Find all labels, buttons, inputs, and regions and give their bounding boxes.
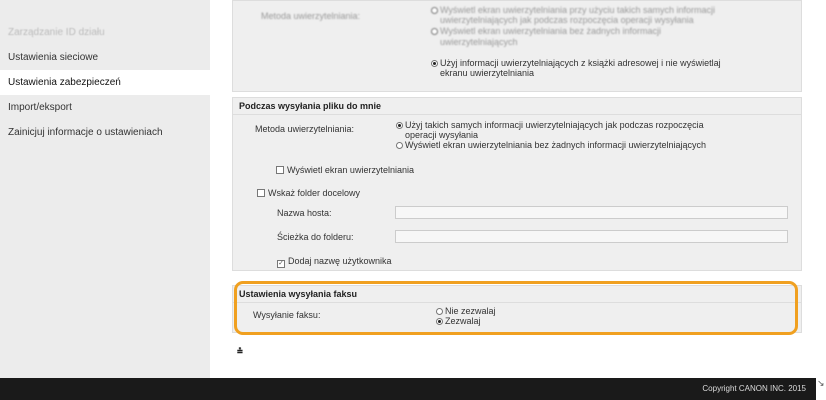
auth-method-label-top: Metoda uwierzytelniania: xyxy=(261,11,361,21)
top-radio-3-cont: ekranu uwierzytelniania xyxy=(440,68,535,78)
file-radio-no-info[interactable]: Wyświetl ekran uwierzytelniania bez żadn… xyxy=(396,140,706,150)
host-name-label: Nazwa hosta: xyxy=(277,208,332,218)
file-send-title: Podczas wysyłania pliku do mnie xyxy=(233,98,801,115)
host-name-field[interactable] xyxy=(395,206,788,219)
sidebar-item-import-export[interactable]: Import/eksport xyxy=(0,95,210,120)
sidebar-item-security-settings[interactable]: Ustawienia zabezpieczeń xyxy=(0,70,210,95)
top-radio-1-cont: uwierzytelniających jak podczas rozpoczę… xyxy=(440,15,694,25)
page-top-icon[interactable]: ⩮ xyxy=(237,346,243,357)
folder-path-field[interactable] xyxy=(395,230,788,243)
top-radio-1[interactable]: Wyświetl ekran uwierzytelniania przy uży… xyxy=(431,5,715,15)
top-radio-2-cont: uwierzytelniających xyxy=(440,37,518,47)
highlight-frame xyxy=(234,281,798,335)
sidebar-item-network-settings[interactable]: Ustawienia sieciowe xyxy=(0,45,210,70)
sidebar-item-initialize-settings[interactable]: Zainicjuj informacje o ustawieniach xyxy=(0,120,210,145)
top-radio-2[interactable]: Wyświetl ekran uwierzytelniania bez żadn… xyxy=(431,26,661,36)
file-auth-method-label: Metoda uwierzytelniania: xyxy=(255,124,355,134)
file-radio-same-info-cont: operacji wysyłania xyxy=(405,130,479,140)
top-radio-3[interactable]: Użyj informacji uwierzytelniających z ks… xyxy=(431,58,721,68)
folder-path-label: Ścieżka do folderu: xyxy=(277,232,354,242)
copyright-text: Copyright CANON INC. 2015 xyxy=(702,384,806,393)
scroll-marker-icon: ↘ xyxy=(817,378,825,388)
sidebar-item-department-id[interactable]: Zarządzanie ID działu xyxy=(0,20,210,45)
show-auth-screen-checkbox[interactable]: Wyświetl ekran uwierzytelniania xyxy=(276,165,414,175)
file-send-section: Podczas wysyłania pliku do mnie Metoda u… xyxy=(232,97,802,271)
dest-folder-checkbox[interactable]: Wskaż folder docelowy xyxy=(257,188,360,198)
auth-section-top: Metoda uwierzytelniania: Wyświetl ekran … xyxy=(232,0,802,92)
add-username-checkbox[interactable]: ✓ Dodaj nazwę użytkownika xyxy=(277,256,392,268)
sidebar: Zarządzanie ID działu Ustawienia sieciow… xyxy=(0,0,210,378)
footer: Copyright CANON INC. 2015 xyxy=(0,378,816,400)
file-radio-same-info[interactable]: Użyj takich samych informacji uwierzytel… xyxy=(396,120,704,130)
